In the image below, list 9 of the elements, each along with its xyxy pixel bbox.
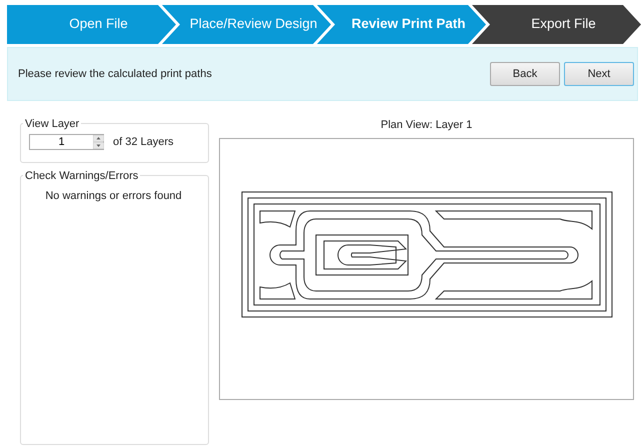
instruction-text: Please review the calculated print paths: [18, 66, 212, 82]
nav-button[interactable]: Next: [564, 62, 634, 86]
view-title: Plan View: Layer 1: [380, 119, 472, 131]
group-title: Check Warnings/Errors: [23, 168, 140, 184]
nav-button[interactable]: Back: [490, 62, 560, 86]
status-message: No warnings or errors found: [45, 190, 182, 202]
group-title: View Layer: [23, 116, 82, 132]
wizard-step[interactable]: Export File: [472, 5, 641, 44]
layer-count-text: of 32 Layers: [113, 135, 174, 150]
